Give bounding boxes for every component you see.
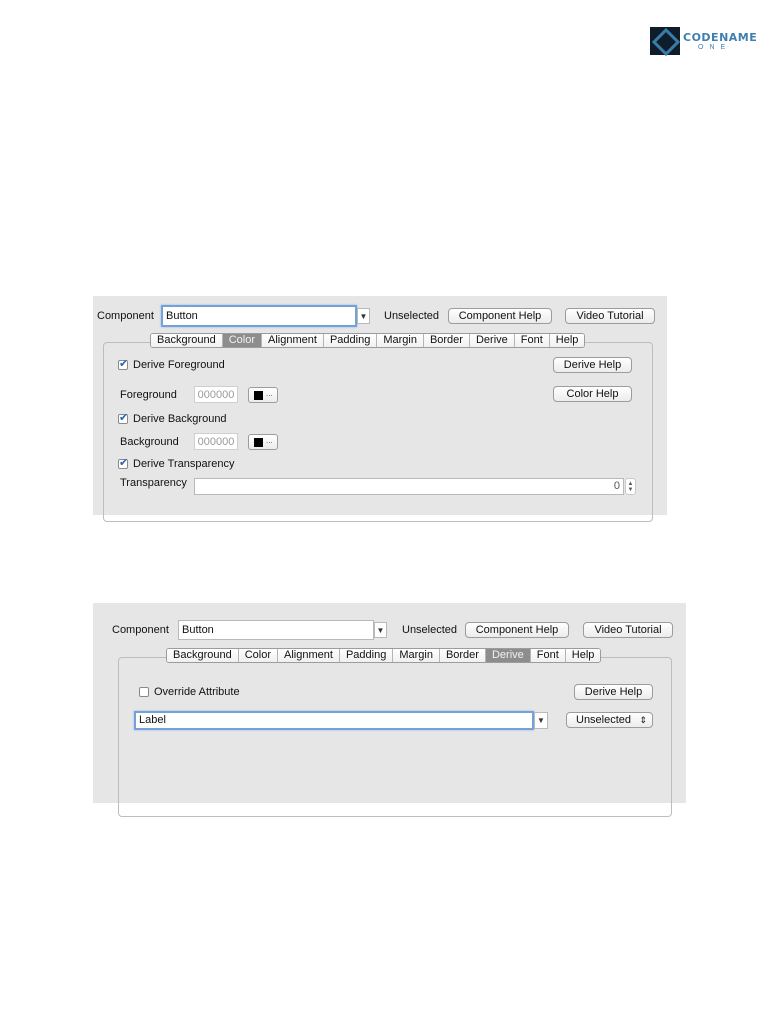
color-help-button[interactable]: Color Help bbox=[553, 386, 632, 402]
derive-from-combo[interactable]: Label bbox=[134, 711, 534, 730]
style-tabs: Background Color Alignment Padding Margi… bbox=[150, 333, 586, 348]
tab-color[interactable]: Color bbox=[238, 649, 279, 662]
background-hex-field[interactable]: 000000 bbox=[194, 433, 238, 450]
override-attribute-checkbox[interactable] bbox=[139, 687, 149, 697]
codename-one-logo: CODENAME ONE bbox=[650, 27, 758, 57]
video-tutorial-button[interactable]: Video Tutorial bbox=[565, 308, 655, 324]
component-label: Component bbox=[112, 624, 169, 636]
derive-background-label: Derive Background bbox=[133, 413, 227, 425]
tab-background[interactable]: Background bbox=[151, 334, 223, 347]
transparency-value: 0 bbox=[613, 480, 620, 492]
component-combo-value: Button bbox=[182, 624, 214, 636]
derive-settings-group bbox=[118, 657, 672, 817]
tab-derive[interactable]: Derive bbox=[485, 649, 531, 662]
component-combo[interactable]: Button bbox=[178, 620, 374, 640]
component-combo-arrow-icon[interactable]: ▼ bbox=[357, 308, 370, 324]
state-select-value: Unselected bbox=[576, 714, 632, 726]
component-help-button[interactable]: Component Help bbox=[465, 622, 569, 638]
selection-state-label: Unselected bbox=[402, 624, 458, 636]
component-help-button[interactable]: Component Help bbox=[448, 308, 552, 324]
foreground-hex-field[interactable]: 000000 bbox=[194, 386, 238, 403]
override-attribute-label: Override Attribute bbox=[154, 686, 240, 698]
tab-background[interactable]: Background bbox=[167, 649, 239, 662]
background-swatch bbox=[254, 438, 263, 447]
ellipsis-icon: ... bbox=[266, 389, 273, 398]
derive-foreground-checkbox[interactable] bbox=[118, 357, 128, 370]
ellipsis-icon: ... bbox=[266, 436, 273, 445]
derive-transparency-label: Derive Transparency bbox=[133, 458, 235, 470]
derive-help-button[interactable]: Derive Help bbox=[553, 357, 632, 373]
component-combo-value: Button bbox=[166, 310, 198, 322]
derive-transparency-checkbox[interactable] bbox=[118, 456, 128, 469]
tab-margin[interactable]: Margin bbox=[393, 649, 440, 662]
tab-padding[interactable]: Padding bbox=[323, 334, 378, 347]
tab-alignment[interactable]: Alignment bbox=[278, 649, 340, 662]
background-label: Background bbox=[120, 436, 179, 448]
tab-font[interactable]: Font bbox=[514, 334, 550, 347]
logo-title: CODENAME bbox=[683, 31, 758, 44]
component-combo[interactable]: Button bbox=[161, 305, 357, 327]
color-tab-screenshot: Component Button ▼ Unselected Component … bbox=[93, 296, 667, 522]
tab-font[interactable]: Font bbox=[530, 649, 566, 662]
foreground-color-picker-button[interactable]: ... bbox=[248, 387, 278, 403]
tab-derive[interactable]: Derive bbox=[469, 334, 515, 347]
select-arrows-icon: ⇕ bbox=[639, 715, 647, 725]
spinner-down-icon[interactable]: ▼ bbox=[626, 487, 635, 493]
video-tutorial-button[interactable]: Video Tutorial bbox=[583, 622, 673, 638]
logo-subtitle: ONE bbox=[698, 44, 732, 51]
tab-padding[interactable]: Padding bbox=[339, 649, 394, 662]
derive-foreground-label: Derive Foreground bbox=[133, 359, 225, 371]
derive-from-value: Label bbox=[139, 714, 166, 726]
selection-state-label: Unselected bbox=[384, 310, 440, 322]
component-label: Component bbox=[97, 310, 154, 322]
tab-margin[interactable]: Margin bbox=[377, 334, 424, 347]
logo-mark-icon bbox=[650, 27, 680, 55]
tab-border[interactable]: Border bbox=[423, 334, 470, 347]
background-color-picker-button[interactable]: ... bbox=[248, 434, 278, 450]
derive-help-button[interactable]: Derive Help bbox=[574, 684, 653, 700]
derive-background-checkbox[interactable] bbox=[118, 411, 128, 424]
transparency-field[interactable]: 0 bbox=[194, 478, 624, 495]
transparency-spinner[interactable]: ▲ ▼ bbox=[625, 478, 636, 495]
foreground-label: Foreground bbox=[120, 389, 177, 401]
tab-color[interactable]: Color bbox=[222, 334, 263, 347]
state-select[interactable]: Unselected ⇕ bbox=[566, 712, 653, 728]
tab-help[interactable]: Help bbox=[549, 334, 585, 347]
style-tabs: Background Color Alignment Padding Margi… bbox=[166, 648, 602, 663]
tab-help[interactable]: Help bbox=[565, 649, 601, 662]
component-combo-arrow-icon[interactable]: ▼ bbox=[374, 622, 387, 638]
tab-border[interactable]: Border bbox=[439, 649, 486, 662]
transparency-label: Transparency bbox=[120, 477, 187, 489]
foreground-swatch bbox=[254, 391, 263, 400]
derive-tab-screenshot: Component Button ▼ Unselected Component … bbox=[93, 603, 686, 817]
derive-from-arrow-icon[interactable]: ▼ bbox=[534, 712, 548, 729]
tab-alignment[interactable]: Alignment bbox=[262, 334, 324, 347]
